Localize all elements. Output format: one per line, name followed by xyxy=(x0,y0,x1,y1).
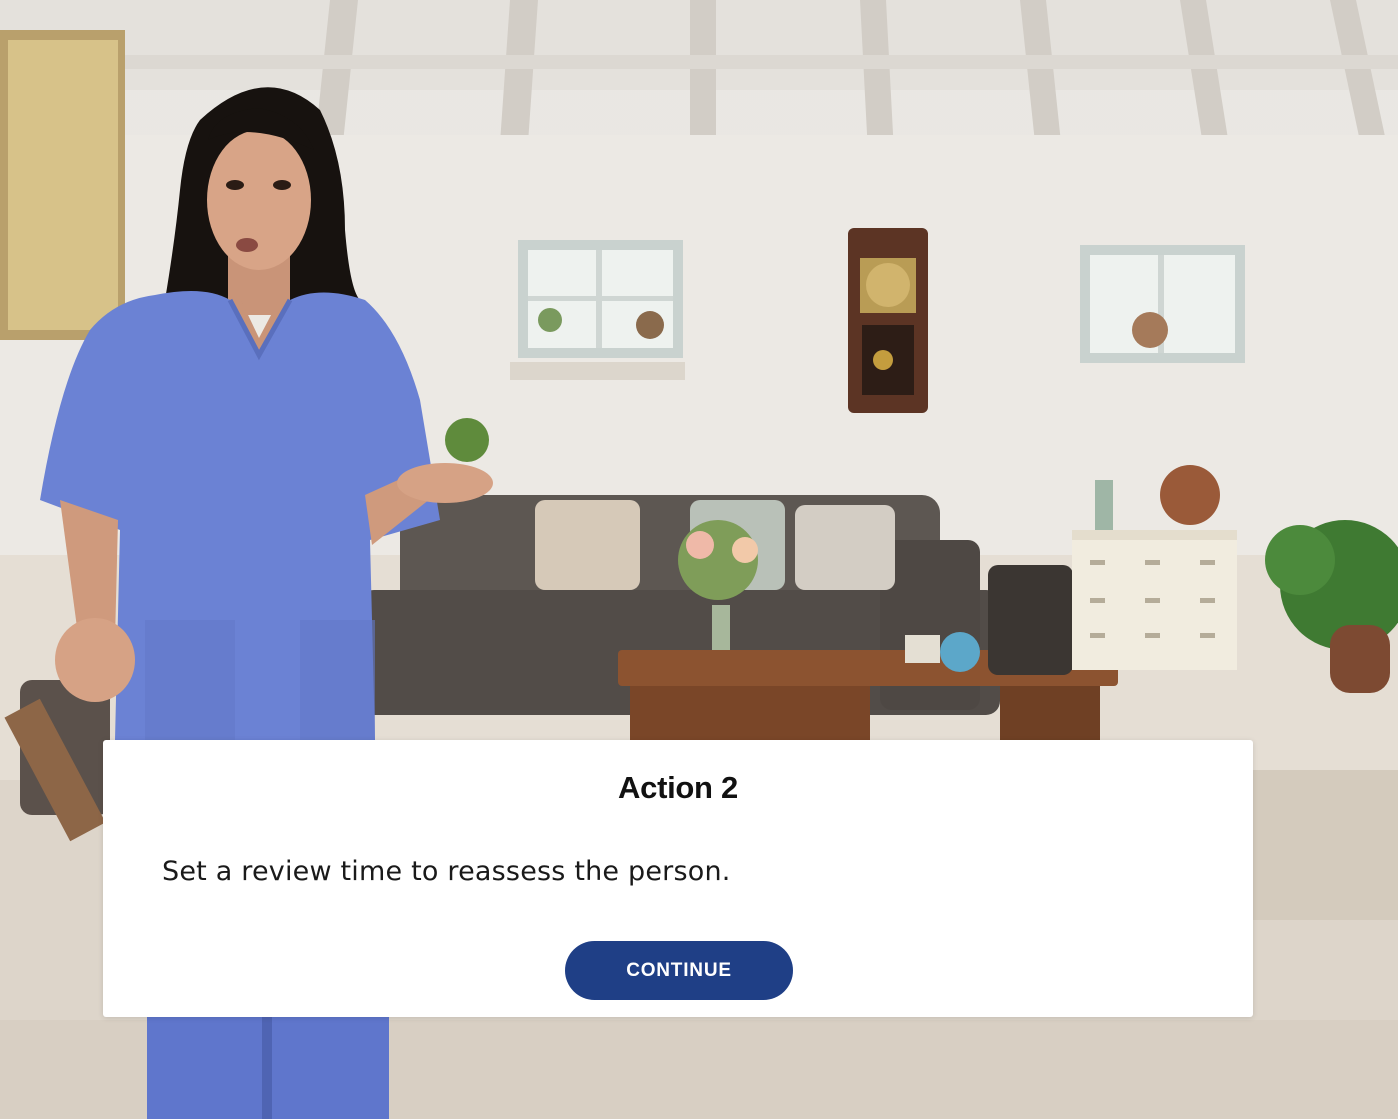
scenario-stage: Action 2 Set a review time to reassess t… xyxy=(0,0,1398,1119)
dialog-message: Set a review time to reassess the person… xyxy=(162,856,731,887)
continue-button[interactable]: CONTINUE xyxy=(565,941,793,1000)
dialog-title: Action 2 xyxy=(618,770,738,805)
